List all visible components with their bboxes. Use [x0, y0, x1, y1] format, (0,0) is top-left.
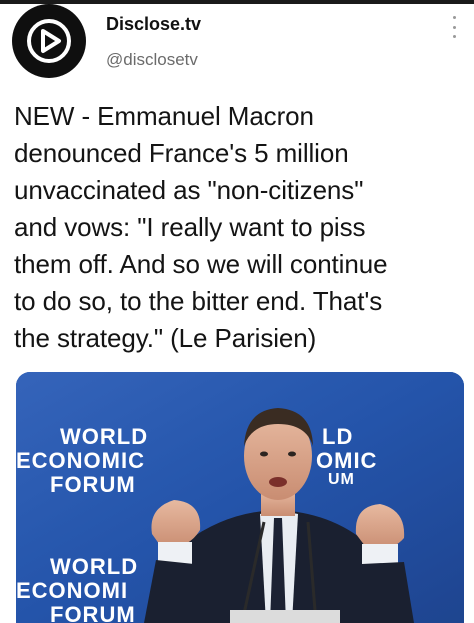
avatar[interactable] [12, 4, 86, 78]
logo-line: FORUM [50, 602, 136, 623]
account-handle[interactable]: @disclosetv [106, 50, 198, 70]
more-dot [452, 16, 456, 19]
more-dot [452, 35, 456, 38]
logo-line: WORLD [50, 554, 138, 579]
tweet-text: NEW - Emmanuel Macron denounced France's… [14, 101, 388, 353]
logo-line: ECONOMIC [16, 448, 145, 473]
more-vertical-icon[interactable] [446, 14, 462, 40]
tweet-media-image[interactable]: WORLD ECONOMIC FORUM WORLD ECONOMI FORUM… [16, 372, 464, 623]
tweet-header: Disclose.tv @disclosetv [0, 0, 474, 90]
disclose-play-logo-icon [27, 19, 71, 63]
more-dot [452, 25, 456, 29]
account-name[interactable]: Disclose.tv [106, 14, 201, 35]
logo-line: FORUM [50, 472, 136, 497]
logo-line: OMIC [316, 448, 377, 473]
logo-line: ECONOMI [16, 578, 128, 603]
logo-line: LD [322, 424, 353, 449]
macron-wef-photo: WORLD ECONOMIC FORUM WORLD ECONOMI FORUM… [16, 372, 464, 623]
logo-line: UM [328, 471, 355, 488]
logo-line: WORLD [60, 424, 148, 449]
